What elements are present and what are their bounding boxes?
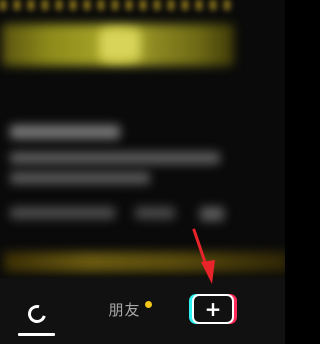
blurred-caption-line	[10, 207, 115, 219]
app-screen: 朋友 +	[0, 0, 285, 344]
video-feed[interactable]	[0, 0, 285, 278]
create-post-button[interactable]: +	[192, 294, 234, 324]
tab-home[interactable]	[15, 292, 59, 336]
tab-friends[interactable]: 朋友	[95, 296, 165, 322]
blurred-banner-highlight	[100, 30, 140, 60]
plus-icon: +	[204, 297, 222, 321]
friends-tab-label: 朋友	[108, 300, 141, 319]
bottom-navigation-bar: 朋友 +	[0, 278, 285, 344]
active-tab-indicator	[18, 333, 55, 336]
blurred-caption-line	[10, 152, 220, 164]
notification-dot-badge	[144, 300, 152, 308]
blurred-caption-tag	[200, 207, 224, 221]
refresh-home-icon	[24, 301, 50, 327]
blurred-caption-line	[10, 172, 150, 184]
blurred-info-strip	[4, 252, 285, 272]
blurred-info-strip-text	[0, 0, 230, 10]
blurred-caption-line	[135, 207, 175, 219]
blurred-caption-line	[10, 125, 120, 139]
